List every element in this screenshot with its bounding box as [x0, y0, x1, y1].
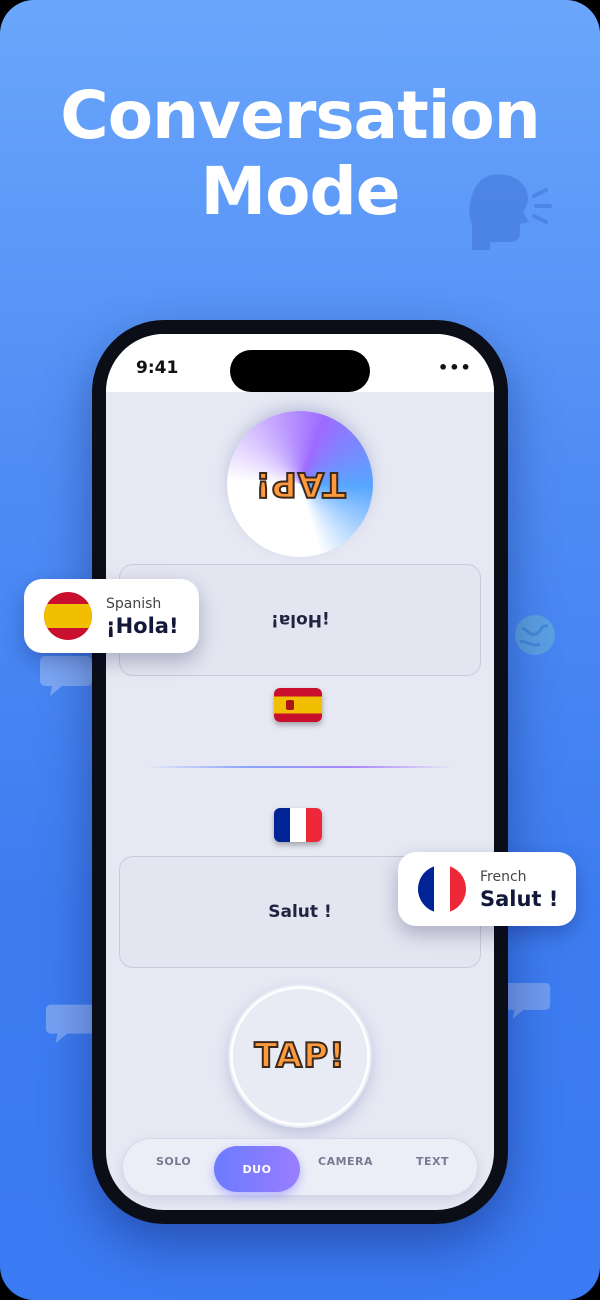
french-badge: French Salut ! — [398, 852, 576, 926]
tab-camera[interactable]: CAMERA — [318, 1155, 373, 1168]
badge-language-french: French — [480, 869, 527, 885]
status-time: 9:41 — [136, 358, 179, 378]
france-flag-icon[interactable] — [274, 808, 322, 842]
message-text-top: ¡Hola! — [270, 610, 330, 630]
france-flag-icon — [418, 865, 466, 913]
headline-line-1: Conversation — [60, 77, 540, 154]
tab-solo[interactable]: SOLO — [156, 1155, 191, 1168]
tap-label-bottom: TAP! — [253, 1035, 346, 1077]
spain-flag-icon[interactable] — [274, 688, 322, 722]
app-store-screenshot: Conversation Mode 9:41 ••• TAP! ¡Hola! S… — [0, 0, 600, 1300]
tap-button-top[interactable]: TAP! — [228, 412, 372, 556]
tap-button-bottom[interactable]: TAP! — [227, 983, 373, 1129]
speech-bubble-icon — [40, 656, 92, 696]
phone-screen: 9:41 ••• TAP! ¡Hola! Salut ! TAP! SOLO D… — [106, 334, 494, 1210]
status-bar: 9:41 ••• — [106, 334, 494, 392]
tab-text[interactable]: TEXT — [416, 1155, 449, 1168]
speech-bubble-icon — [45, 1004, 97, 1044]
globe-icon — [515, 615, 555, 655]
dynamic-island — [230, 350, 370, 392]
speech-bubble-icon — [503, 983, 551, 1019]
badge-word-french: Salut ! — [480, 887, 559, 911]
spain-flag-icon — [44, 592, 92, 640]
speaking-head-icon — [469, 174, 552, 250]
badge-word-spanish: ¡Hola! — [106, 614, 179, 638]
mode-tab-bar: SOLO DUO CAMERA TEXT — [122, 1138, 478, 1196]
message-text-bottom: Salut ! — [268, 902, 332, 922]
tap-label-top: TAP! — [253, 463, 346, 505]
speaker-divider — [146, 766, 454, 768]
badge-language-spanish: Spanish — [106, 596, 162, 612]
spanish-badge: Spanish ¡Hola! — [24, 579, 199, 653]
phone-frame: 9:41 ••• TAP! ¡Hola! Salut ! TAP! SOLO D… — [92, 320, 508, 1224]
tab-duo[interactable]: DUO — [214, 1146, 300, 1192]
more-icon[interactable]: ••• — [438, 358, 472, 377]
